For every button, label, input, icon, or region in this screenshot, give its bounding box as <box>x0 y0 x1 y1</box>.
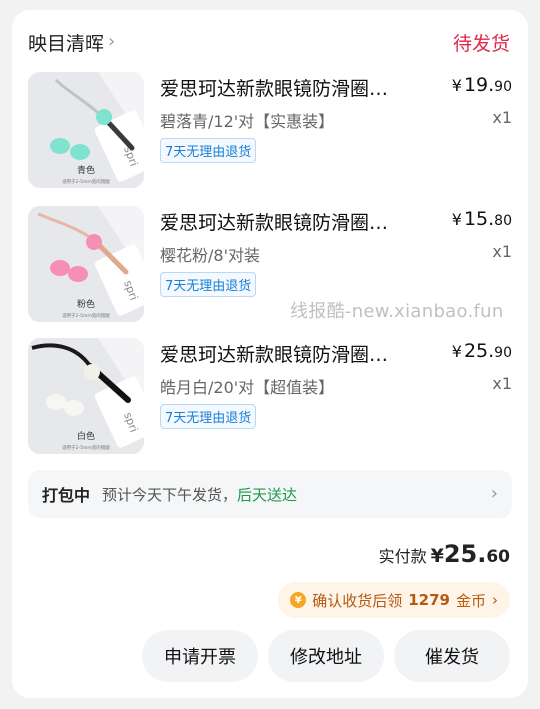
total-label: 实付款 <box>378 547 427 566</box>
total-int: 25. <box>443 540 487 568</box>
thumb-note: 适用于2-5mm宽的镜腿 <box>62 444 110 451</box>
product-thumbnail[interactable]: spri 青色 适用于2-5mm宽的镜腿 <box>28 72 144 188</box>
total-currency: ¥ <box>430 545 444 567</box>
product-qty: x1 <box>492 242 512 261</box>
shipping-status-row[interactable]: 打包中 预计今天下午发货， 后天送达 › <box>28 470 512 518</box>
request-invoice-button[interactable]: 申请开票 <box>142 630 258 682</box>
reward-prefix: 确认收货后领 <box>312 591 403 610</box>
product-price: ¥15.80 <box>451 208 512 230</box>
thumb-note: 适用于2-5mm宽的镜腿 <box>62 178 110 185</box>
product-price: ¥19.90 <box>451 74 512 96</box>
reward-suffix: 金币 <box>455 591 486 610</box>
edit-address-button[interactable]: 修改地址 <box>268 630 384 682</box>
product-spec: 樱花粉/8'对装 <box>160 246 260 265</box>
product-qty: x1 <box>492 374 512 393</box>
chevron-right-icon: › <box>108 31 116 52</box>
delivery-estimate: 后天送达 <box>237 485 298 504</box>
urge-shipment-button[interactable]: 催发货 <box>394 630 510 682</box>
product-thumbnail[interactable]: spri 粉色 适用于2-5mm宽的镜腿 <box>28 206 144 322</box>
shop-header: 映目清晖 › 待发货 <box>28 28 510 56</box>
shop-link[interactable]: 映目清晖 › <box>28 29 115 56</box>
order-item[interactable]: spri 青色 适用于2-5mm宽的镜腿 爱思珂达新款眼镜防滑圈… ¥19.90… <box>28 72 512 190</box>
product-spec: 皓月白/20'对【超值装】 <box>160 378 335 397</box>
product-qty: x1 <box>492 108 512 127</box>
total-dec: 60 <box>486 547 510 567</box>
chevron-right-icon: › <box>492 590 498 609</box>
shop-name: 映目清晖 <box>28 32 105 55</box>
product-title[interactable]: 爱思珂达新款眼镜防滑圈… <box>160 74 430 101</box>
product-title[interactable]: 爱思珂达新款眼镜防滑圈… <box>160 340 430 367</box>
return-policy-badge: 7天无理由退货 <box>160 272 257 297</box>
product-title[interactable]: 爱思珂达新款眼镜防滑圈… <box>160 208 430 235</box>
thumb-note: 适用于2-5mm宽的镜腿 <box>62 312 110 319</box>
reward-amount: 1279 <box>408 591 450 609</box>
return-policy-badge: 7天无理由退货 <box>160 138 257 163</box>
order-status: 待发货 <box>452 32 510 55</box>
product-thumbnail[interactable]: spri 白色 适用于2-5mm宽的镜腿 <box>28 338 144 454</box>
order-card: 映目清晖 › 待发货 spri 青色 适用于2-5mm宽的镜腿 爱思珂达新款眼镜… <box>12 10 528 698</box>
chevron-right-icon: › <box>490 483 498 504</box>
total-paid: 实付款 ¥ 25. 60 <box>379 540 510 568</box>
shipping-estimate: 预计今天下午发货， <box>102 485 238 504</box>
shipping-status: 打包中 <box>42 486 91 505</box>
return-policy-badge: 7天无理由退货 <box>160 404 257 429</box>
coin-icon: ¥ <box>290 592 307 608</box>
action-buttons: 申请开票 修改地址 催发货 <box>142 630 510 682</box>
thumb-caption: 青色 <box>77 164 95 176</box>
order-item[interactable]: spri 白色 适用于2-5mm宽的镜腿 爱思珂达新款眼镜防滑圈… ¥25.90… <box>28 338 512 456</box>
coin-reward-banner[interactable]: ¥ 确认收货后领 1279 金币 › <box>278 582 510 618</box>
thumb-caption: 粉色 <box>77 298 95 310</box>
product-spec: 碧落青/12'对【实惠装】 <box>160 112 335 131</box>
watermark: 线报酷-new.xianbao.fun <box>290 301 504 322</box>
thumb-caption: 白色 <box>77 430 95 442</box>
product-price: ¥25.90 <box>451 340 512 362</box>
